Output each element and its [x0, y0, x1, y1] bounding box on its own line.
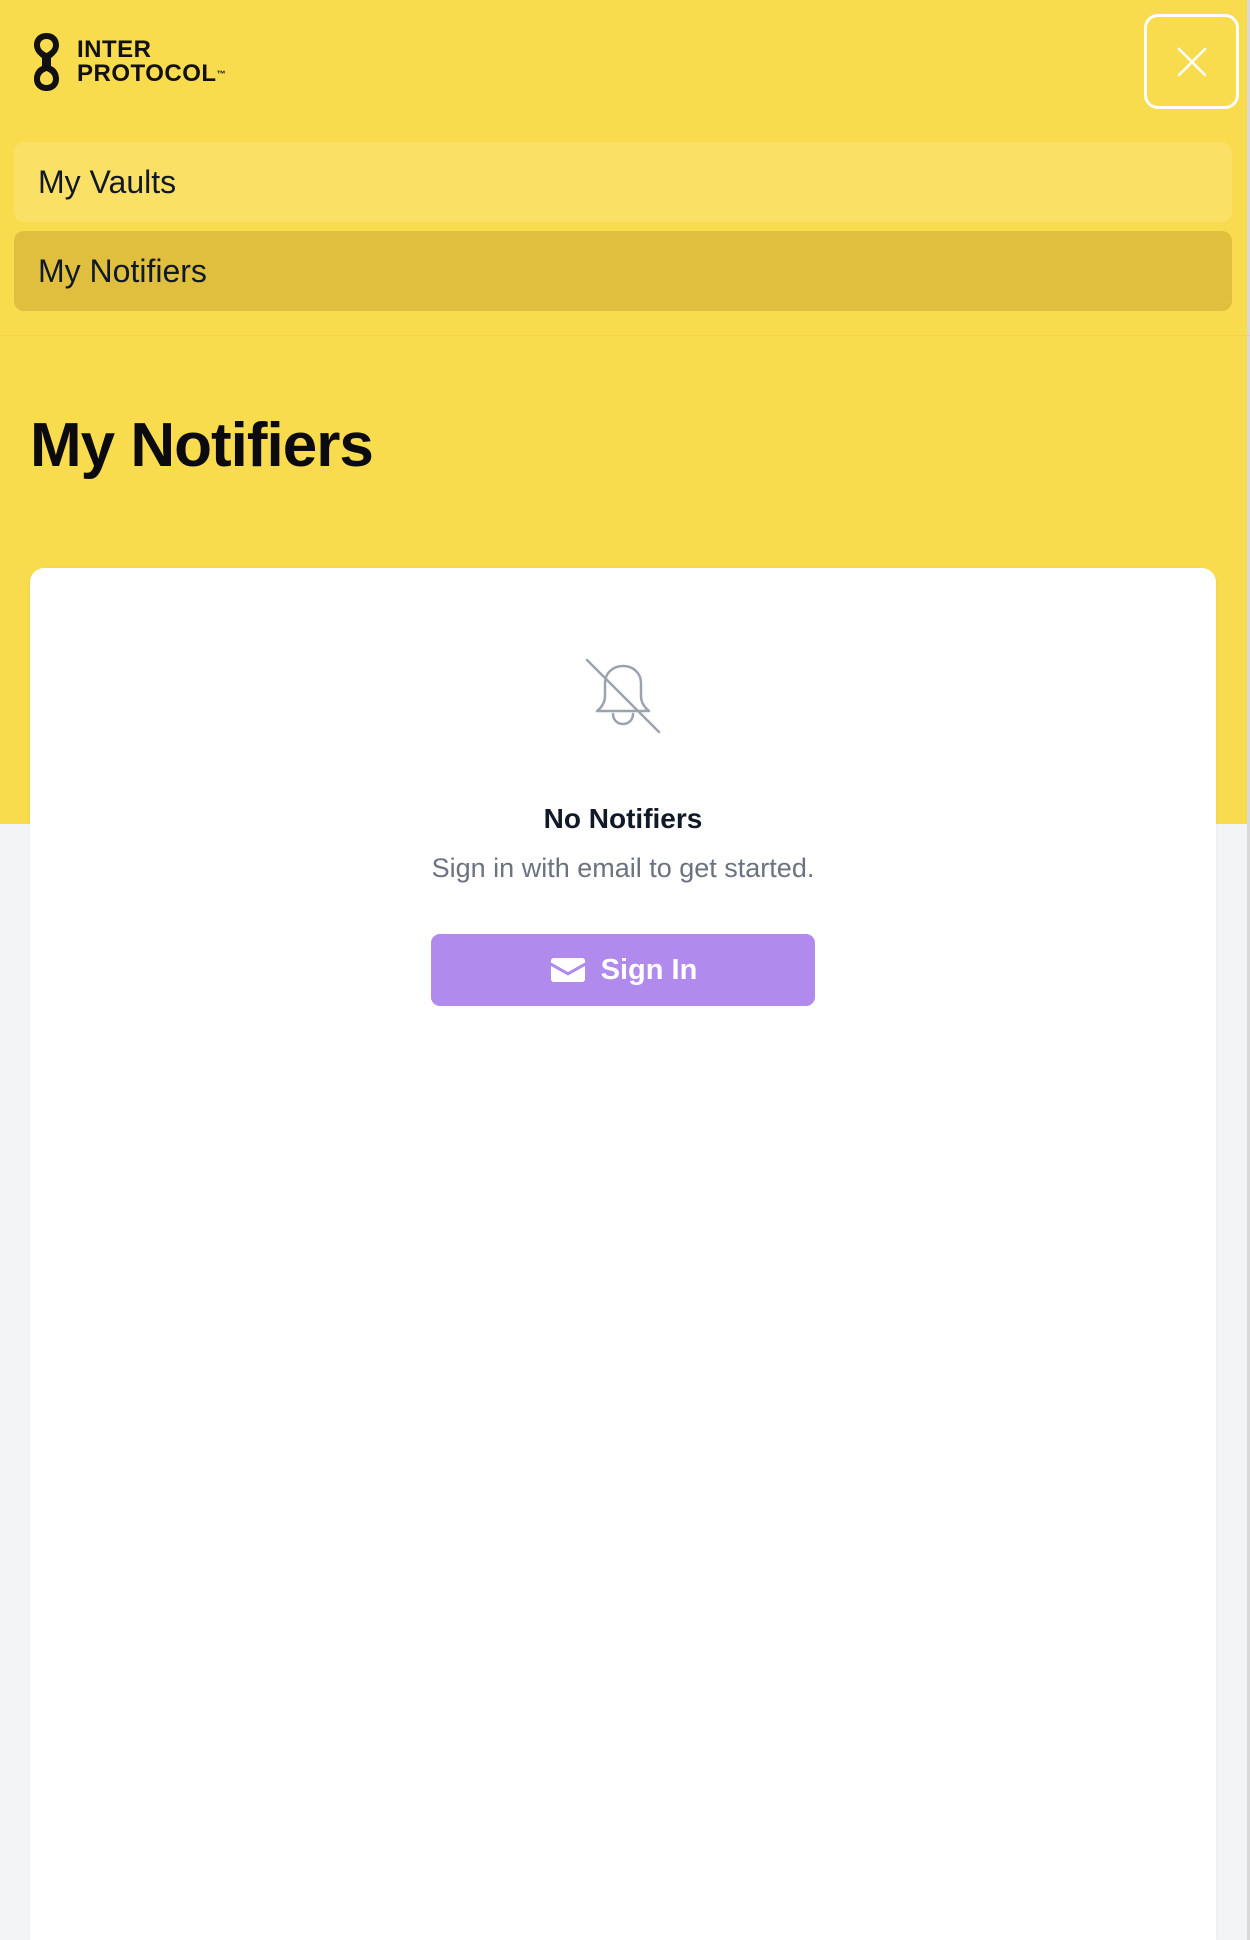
nav-item-my-vaults[interactable]: My Vaults [14, 142, 1232, 222]
sign-in-label: Sign In [600, 953, 698, 986]
close-menu-button[interactable] [1144, 14, 1239, 109]
empty-state-subtitle: Sign in with email to get started. [431, 853, 815, 883]
empty-state-title: No Notifiers [543, 803, 703, 834]
main-nav: My Vaults My Notifiers [14, 142, 1232, 320]
nav-item-my-notifiers[interactable]: My Notifiers [14, 231, 1232, 311]
close-icon [1177, 47, 1206, 76]
envelope-icon [550, 958, 585, 982]
empty-state: No Notifiers Sign in with email to get s… [30, 656, 1216, 1006]
page-title: My Notifiers [30, 411, 374, 480]
nav-divider [0, 335, 1250, 336]
page: INTER PROTOCOL™ My Vaults My Notifiers M… [0, 0, 1250, 1940]
bell-off-icon [585, 658, 661, 734]
logo-line-1: INTER [77, 36, 152, 63]
trademark-mark: ™ [216, 69, 227, 79]
inter-protocol-logo[interactable]: INTER PROTOCOL™ [30, 30, 226, 94]
sign-in-button[interactable]: Sign In [431, 934, 815, 1006]
logo-line-2-text: PROTOCOL [77, 60, 217, 87]
logo-line-2: PROTOCOL™ [77, 62, 226, 86]
logo-mark-icon [34, 33, 59, 91]
logo-wordmark: INTER PROTOCOL™ [77, 38, 226, 86]
notifiers-card: No Notifiers Sign in with email to get s… [30, 568, 1216, 1940]
